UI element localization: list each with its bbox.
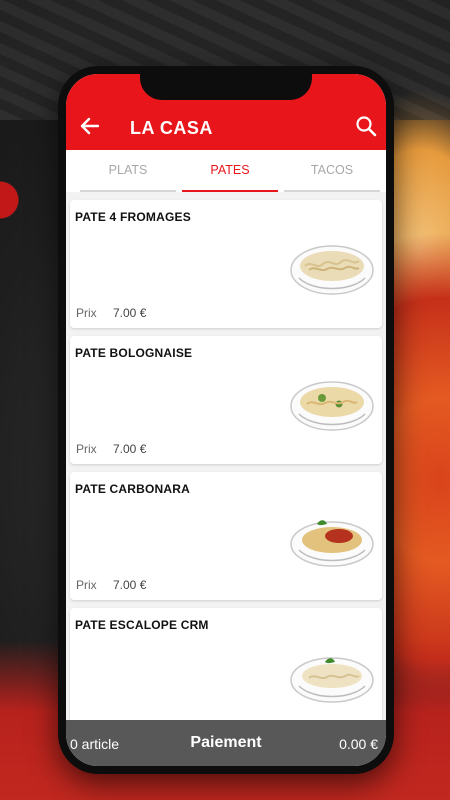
tab-underline [80, 190, 176, 192]
category-tabs: PLATS PATES TACOS [66, 150, 386, 192]
tab-underline [284, 190, 380, 192]
tab-pates[interactable]: PATES [182, 150, 278, 192]
product-name: PATE BOLOGNAISE [75, 346, 193, 360]
cart-total: 0.00 € [339, 736, 378, 752]
product-price: 7.00 € [113, 442, 147, 456]
price-label: Prix [76, 442, 97, 456]
payment-button[interactable]: Paiement [176, 734, 276, 752]
pasta-bowl-image [290, 381, 374, 431]
app-screen: LA CASA PLATS PATES TACOS PATE 4 FROMAGE… [66, 74, 386, 766]
phone-notch [140, 70, 312, 100]
product-card[interactable]: PATE 4 FROMAGES Prix 7.00 € [70, 200, 382, 328]
arrow-left-icon[interactable] [78, 114, 102, 138]
tab-label: PLATS [108, 163, 148, 177]
price-label: Prix [76, 306, 97, 320]
pasta-bowl-image [290, 657, 374, 703]
tab-label: TACOS [310, 163, 354, 177]
product-name: PATE CARBONARA [75, 482, 191, 496]
cart-bar: 0 article Paiement 0.00 € [66, 720, 386, 766]
product-name: PATE 4 FROMAGES [75, 210, 191, 224]
pasta-bowl-image [290, 520, 374, 567]
product-name: PATE ESCALOPE CRM [75, 618, 209, 632]
product-price: 7.00 € [113, 578, 147, 592]
product-card[interactable]: PATE CARBONARA Prix 7.00 € [70, 472, 382, 600]
tab-tacos[interactable]: TACOS [284, 150, 380, 192]
product-price: 7.00 € [113, 306, 147, 320]
cart-item-count: 0 article [70, 736, 120, 752]
page-title: LA CASA [130, 118, 213, 138]
product-card[interactable]: PATE BOLOGNAISE Prix 7.00 € [70, 336, 382, 464]
tab-underline [182, 190, 278, 192]
pasta-bowl-image [290, 245, 374, 295]
search-icon[interactable] [354, 114, 378, 138]
product-card[interactable]: PATE ESCALOPE CRM [70, 608, 382, 736]
price-label: Prix [76, 578, 97, 592]
tab-plats[interactable]: PLATS [80, 150, 176, 192]
tab-label: PATES [210, 163, 250, 177]
